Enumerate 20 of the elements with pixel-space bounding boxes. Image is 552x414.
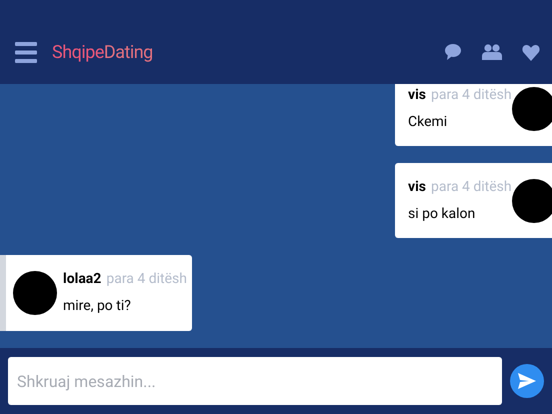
message-text: Ckemi: [408, 112, 448, 132]
menu-icon[interactable]: [15, 42, 37, 62]
message-text: mire, po ti?: [63, 297, 132, 316]
sender-name: vis: [408, 86, 426, 104]
message-text: si po kalon: [408, 204, 476, 224]
heart-icon[interactable]: [522, 44, 540, 60]
logo[interactable]: ShqipeDating: [52, 38, 153, 66]
avatar: [512, 86, 552, 130]
avatar: [512, 178, 552, 222]
send-icon: [518, 373, 536, 389]
avatar: [13, 271, 57, 315]
message-time: para 4 ditësh: [431, 178, 512, 196]
sender-name: lolaa2: [63, 270, 102, 289]
users-icon[interactable]: [482, 44, 502, 60]
chat-icon[interactable]: [444, 43, 462, 61]
sender-name: vis: [408, 178, 426, 196]
message-time: para 4 ditësh: [431, 86, 512, 104]
message-input[interactable]: Shkruaj mesazhin...: [8, 357, 502, 405]
send-button[interactable]: [510, 364, 544, 398]
message-time: para 4 ditësh: [106, 270, 187, 289]
